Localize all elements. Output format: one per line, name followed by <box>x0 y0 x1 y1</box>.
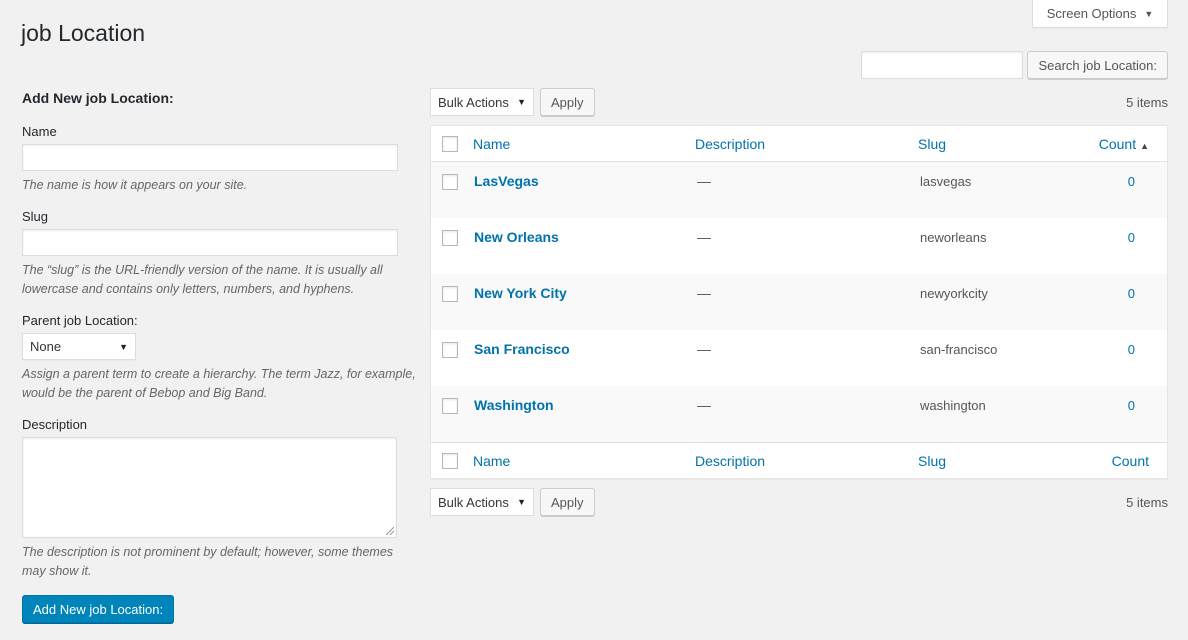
slug-hint: The “slug” is the URL-friendly version o… <box>22 263 383 296</box>
tablenav-bottom: Bulk Actions ▼ Apply 5 items <box>430 488 1168 516</box>
parent-label: Parent job Location: <box>22 313 138 328</box>
term-count-link[interactable]: 0 <box>1128 398 1135 413</box>
term-slug: san-francisco <box>920 342 998 357</box>
column-header-slug[interactable]: Slug <box>918 136 946 152</box>
table-row: San Francisco — san-francisco 0 <box>431 330 1167 386</box>
bulk-actions-label: Bulk Actions <box>438 94 509 110</box>
screen-options-button[interactable]: Screen Options ▼ <box>1032 0 1168 28</box>
parent-selected-value: None <box>30 339 62 354</box>
column-header-count[interactable]: Count ▲ <box>1099 136 1149 152</box>
parent-hint: Assign a parent term to create a hierarc… <box>22 367 416 400</box>
column-footer-slug[interactable]: Slug <box>918 453 946 469</box>
term-name-link[interactable]: San Francisco <box>474 341 570 357</box>
page-title: job Location <box>21 20 146 46</box>
column-footer-name[interactable]: Name <box>473 453 510 469</box>
column-footer-description[interactable]: Description <box>695 453 765 469</box>
bulk-actions-select-bottom[interactable]: Bulk Actions ▼ <box>430 488 534 516</box>
term-description: — <box>697 285 711 301</box>
term-count-link[interactable]: 0 <box>1128 230 1135 245</box>
slug-field[interactable] <box>22 229 398 256</box>
description-textarea[interactable] <box>22 437 397 538</box>
caret-down-icon: ▼ <box>119 341 128 352</box>
term-count-link[interactable]: 0 <box>1128 342 1135 357</box>
table-footer: Name Description Slug Count <box>431 442 1167 478</box>
form-title: Add New job Location: <box>22 90 174 106</box>
screen-options-label: Screen Options <box>1046 6 1137 21</box>
name-label: Name <box>22 124 57 139</box>
row-checkbox[interactable] <box>442 230 458 246</box>
bulk-actions-select[interactable]: Bulk Actions ▼ <box>430 88 534 116</box>
term-description: — <box>697 229 711 245</box>
caret-down-icon: ▼ <box>517 497 526 507</box>
select-all-checkbox-footer[interactable] <box>442 453 458 469</box>
row-checkbox[interactable] <box>442 342 458 358</box>
column-header-name[interactable]: Name <box>473 136 510 152</box>
table-row: LasVegas — lasvegas 0 <box>431 162 1167 218</box>
apply-button[interactable]: Apply <box>540 88 595 116</box>
search-input[interactable] <box>861 51 1024 79</box>
term-description: — <box>697 397 711 413</box>
search-box: Search job Location: <box>861 51 1168 79</box>
table-row: New York City — newyorkcity 0 <box>431 274 1167 330</box>
description-label: Description <box>22 417 88 432</box>
term-name-link[interactable]: Washington <box>474 397 554 413</box>
description-hint: The description is not prominent by defa… <box>22 545 394 578</box>
sort-asc-icon: ▲ <box>1140 141 1149 151</box>
column-header-count-label: Count <box>1098 136 1137 152</box>
term-name-link[interactable]: LasVegas <box>474 173 539 189</box>
terms-table: Name Description Slug Count ▲ LasVegas — … <box>430 125 1168 479</box>
column-footer-count[interactable]: Count <box>1112 453 1149 469</box>
add-new-term-button[interactable]: Add New job Location: <box>22 595 175 623</box>
items-count-bottom: 5 items <box>1126 494 1168 510</box>
search-button[interactable]: Search job Location: <box>1027 51 1168 79</box>
row-checkbox[interactable] <box>442 398 458 414</box>
slug-label: Slug <box>22 209 49 224</box>
term-description: — <box>697 173 711 189</box>
term-slug: washington <box>920 398 986 413</box>
name-hint: The name is how it appears on your site. <box>22 178 248 192</box>
term-slug: neworleans <box>920 230 987 245</box>
tablenav-top: Bulk Actions ▼ Apply 5 items <box>430 88 1168 116</box>
term-slug: newyorkcity <box>920 286 988 301</box>
name-field[interactable] <box>22 144 398 171</box>
caret-down-icon: ▼ <box>1144 8 1154 19</box>
term-description: — <box>697 341 711 357</box>
row-checkbox[interactable] <box>442 286 458 302</box>
parent-select[interactable]: None ▼ <box>22 333 136 360</box>
select-all-checkbox[interactable] <box>442 136 458 152</box>
term-slug: lasvegas <box>920 174 972 189</box>
table-row: Washington — washington 0 <box>431 386 1167 442</box>
term-count-link[interactable]: 0 <box>1128 286 1135 301</box>
items-count: 5 items <box>1126 94 1168 110</box>
term-name-link[interactable]: New Orleans <box>474 229 559 245</box>
add-term-form: Add New job Location: Name The name is h… <box>22 90 418 623</box>
resize-handle-icon[interactable] <box>386 527 394 535</box>
term-name-link[interactable]: New York City <box>474 285 567 301</box>
term-count-link[interactable]: 0 <box>1128 174 1135 189</box>
table-row: New Orleans — neworleans 0 <box>431 218 1167 274</box>
row-checkbox[interactable] <box>442 174 458 190</box>
caret-down-icon: ▼ <box>517 97 526 107</box>
column-header-description[interactable]: Description <box>695 136 765 152</box>
table-header: Name Description Slug Count ▲ <box>431 126 1167 162</box>
bulk-actions-label: Bulk Actions <box>438 494 509 510</box>
apply-button-bottom[interactable]: Apply <box>540 488 595 516</box>
